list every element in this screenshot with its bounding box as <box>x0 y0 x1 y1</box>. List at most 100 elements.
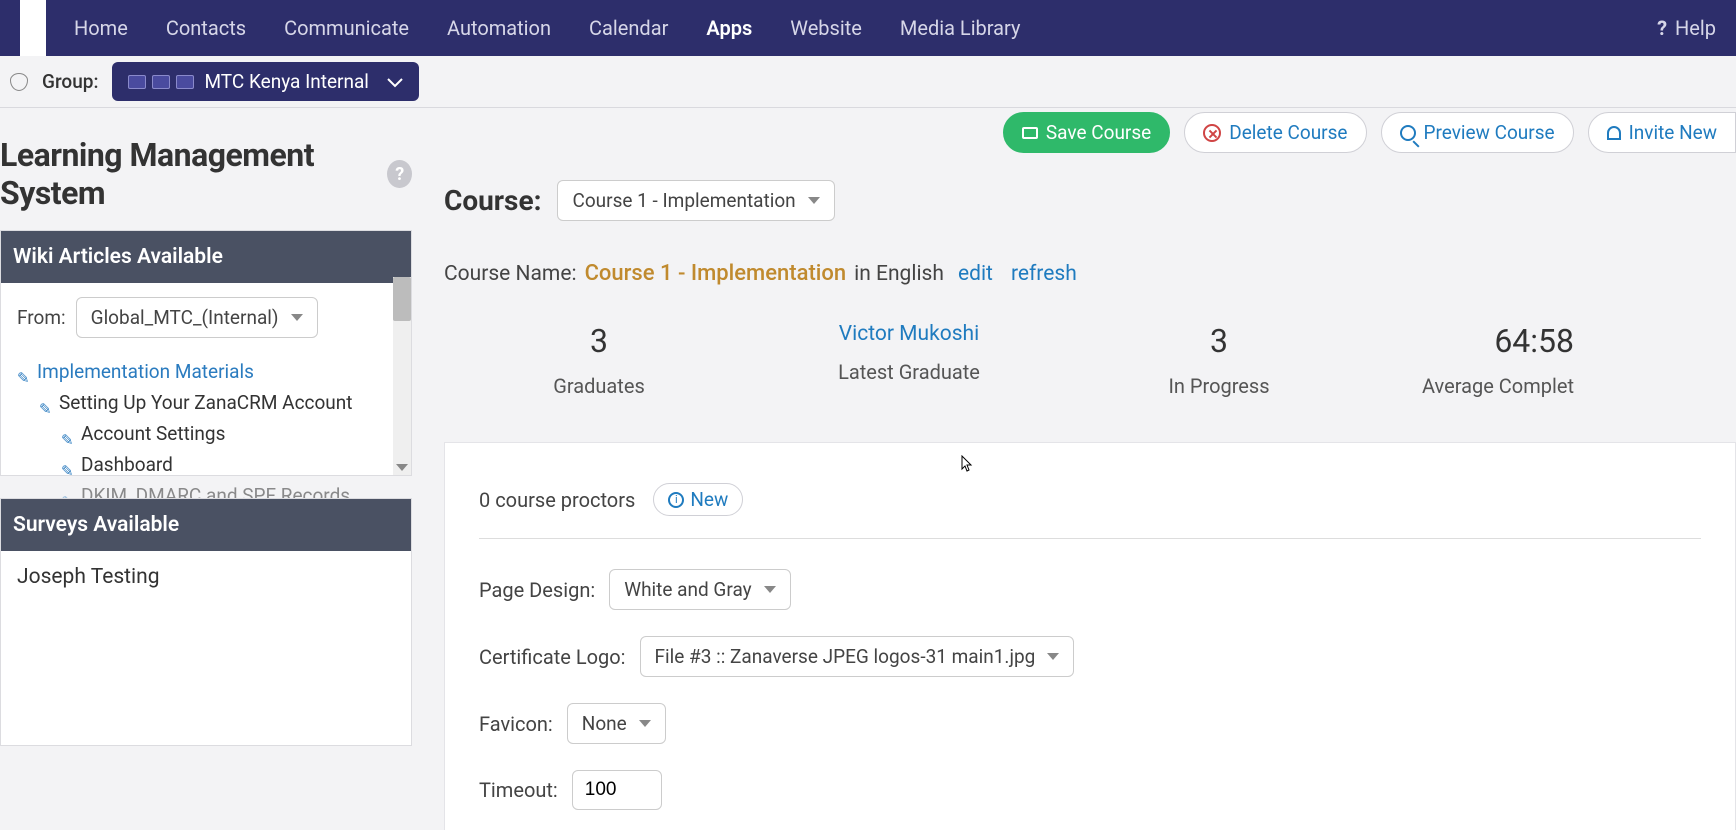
timeout-input[interactable] <box>572 770 662 810</box>
wiki-from-dropdown[interactable]: Global_MTC_(Internal) <box>76 297 318 338</box>
course-refresh-link[interactable]: refresh <box>1011 262 1077 286</box>
wiki-from-row: From: Global_MTC_(Internal) <box>17 297 395 338</box>
stats-row: 3 Graduates Victor Mukoshi Latest Gradua… <box>444 322 1736 398</box>
wiki-scrollbar-thumb[interactable] <box>393 277 411 321</box>
favicon-row: Favicon: None <box>479 703 1701 744</box>
course-name-value: Course 1 - Implementation <box>585 261 847 286</box>
delete-course-button[interactable]: Delete Course <box>1184 112 1366 153</box>
wiki-panel: Wiki Articles Available From: Global_MTC… <box>0 230 412 476</box>
group-dropdown[interactable]: MTC Kenya Internal <box>112 62 418 101</box>
wiki-tree-label: Account Settings <box>81 422 225 445</box>
wiki-scroll-down-icon[interactable] <box>393 459 411 475</box>
delete-icon <box>1203 124 1221 142</box>
preview-label: Preview Course <box>1424 121 1555 144</box>
stat-avg-label: Average Complet <box>1374 374 1574 398</box>
stat-graduates: 3 Graduates <box>444 322 754 398</box>
dropdown-arrow-icon <box>1047 653 1059 660</box>
info-icon: i <box>668 492 684 508</box>
chevron-down-icon <box>387 70 403 93</box>
pencil-icon <box>39 396 53 410</box>
stat-latest-name[interactable]: Victor Mukoshi <box>754 322 1064 346</box>
invite-label: Invite New <box>1629 121 1717 144</box>
page-help-icon[interactable]: ? <box>387 160 412 188</box>
survey-item[interactable]: Joseph Testing <box>17 565 395 589</box>
dropdown-arrow-icon <box>808 197 820 204</box>
nav-calendar[interactable]: Calendar <box>589 16 668 40</box>
dropdown-arrow-icon <box>639 720 651 727</box>
wiki-item-account-settings[interactable]: Account Settings <box>61 418 395 449</box>
wiki-item-dashboard[interactable]: Dashboard <box>61 449 395 480</box>
wiki-scrollbar-track[interactable] <box>393 277 411 475</box>
course-selector-row: Course: Course 1 - Implementation <box>444 180 1736 221</box>
nav-media-library[interactable]: Media Library <box>900 16 1021 40</box>
help-label: Help <box>1675 16 1716 40</box>
dropdown-arrow-icon <box>291 314 303 321</box>
top-nav: Home Contacts Communicate Automation Cal… <box>0 0 1736 56</box>
wiki-tree-label: Dashboard <box>81 453 173 476</box>
wiki-panel-body: From: Global_MTC_(Internal) Implementati… <box>1 283 411 525</box>
cert-logo-label: Certificate Logo: <box>479 645 626 669</box>
wiki-tree-label: Setting Up Your ZanaCRM Account <box>59 391 352 414</box>
save-course-button[interactable]: Save Course <box>1003 112 1170 153</box>
surveys-panel: Surveys Available Joseph Testing <box>0 498 412 746</box>
timeout-row: Timeout: <box>479 770 1701 810</box>
nav-automation[interactable]: Automation <box>447 16 551 40</box>
wiki-from-value: Global_MTC_(Internal) <box>91 306 279 329</box>
surveys-panel-title: Surveys Available <box>1 499 411 551</box>
nav-website[interactable]: Website <box>790 16 862 40</box>
course-name-label: Course Name: <box>444 262 577 286</box>
invite-new-button[interactable]: Invite New <box>1588 112 1736 153</box>
right-column: Save Course Delete Course Preview Course… <box>412 108 1736 830</box>
page-design-dropdown[interactable]: White and Gray <box>609 569 790 610</box>
pencil-icon <box>61 458 75 472</box>
wiki-item-implementation-materials[interactable]: Implementation Materials <box>17 356 395 387</box>
wiki-panel-title: Wiki Articles Available <box>1 231 411 283</box>
cert-logo-dropdown[interactable]: File #3 :: Zanaverse JPEG logos-31 main1… <box>640 636 1075 677</box>
course-edit-link[interactable]: edit <box>958 262 993 286</box>
app-logo[interactable] <box>20 0 46 56</box>
stat-avg-number: 64:58 <box>1374 322 1574 360</box>
context-bar: Group: MTC Kenya Internal <box>0 56 1736 108</box>
stat-latest-graduate: Victor Mukoshi Latest Graduate <box>754 322 1064 398</box>
group-label: Group: <box>42 70 98 93</box>
nav-home[interactable]: Home <box>74 16 128 40</box>
group-value: MTC Kenya Internal <box>204 70 368 93</box>
nav-contacts[interactable]: Contacts <box>166 16 246 40</box>
nav-communicate[interactable]: Communicate <box>284 16 409 40</box>
new-proctor-button[interactable]: i New <box>653 483 743 516</box>
pencil-icon <box>17 365 31 379</box>
course-dropdown[interactable]: Course 1 - Implementation <box>557 180 834 221</box>
microphone-icon[interactable] <box>10 73 28 91</box>
help-icon: ? <box>1657 16 1667 40</box>
preview-course-button[interactable]: Preview Course <box>1381 112 1574 153</box>
stat-inprogress-number: 3 <box>1064 322 1374 360</box>
wiki-tree: Implementation Materials Setting Up Your… <box>17 356 395 511</box>
wiki-item-setup-account[interactable]: Setting Up Your ZanaCRM Account <box>39 387 395 418</box>
proctors-count: 0 course proctors <box>479 488 635 512</box>
delete-label: Delete Course <box>1229 121 1347 144</box>
course-config-box: 0 course proctors i New Page Design: Whi… <box>444 442 1736 830</box>
favicon-value: None <box>582 712 627 735</box>
stat-graduates-number: 3 <box>444 322 754 360</box>
help-link[interactable]: ? Help <box>1657 16 1716 40</box>
page-header: Learning Management System ? <box>0 136 412 212</box>
nav-links: Home Contacts Communicate Automation Cal… <box>74 16 1020 40</box>
left-column: Learning Management System ? Wiki Articl… <box>0 108 412 830</box>
stat-graduates-label: Graduates <box>444 374 754 398</box>
person-icon <box>1607 126 1621 140</box>
favicon-dropdown[interactable]: None <box>567 703 666 744</box>
new-proctor-label: New <box>690 488 728 511</box>
stat-inprogress-label: In Progress <box>1064 374 1374 398</box>
wiki-from-label: From: <box>17 306 66 329</box>
course-name-row: Course Name: Course 1 - Implementation i… <box>444 261 1736 286</box>
surveys-panel-body: Joseph Testing <box>1 551 411 603</box>
save-label: Save Course <box>1046 121 1151 144</box>
favicon-label: Favicon: <box>479 712 553 736</box>
group-icons <box>128 75 194 89</box>
search-icon <box>1400 125 1416 141</box>
dropdown-arrow-icon <box>764 586 776 593</box>
stat-latest-label: Latest Graduate <box>754 360 1064 384</box>
wiki-tree-label: Implementation Materials <box>37 360 254 383</box>
nav-apps[interactable]: Apps <box>706 16 752 40</box>
stat-in-progress: 3 In Progress <box>1064 322 1374 398</box>
